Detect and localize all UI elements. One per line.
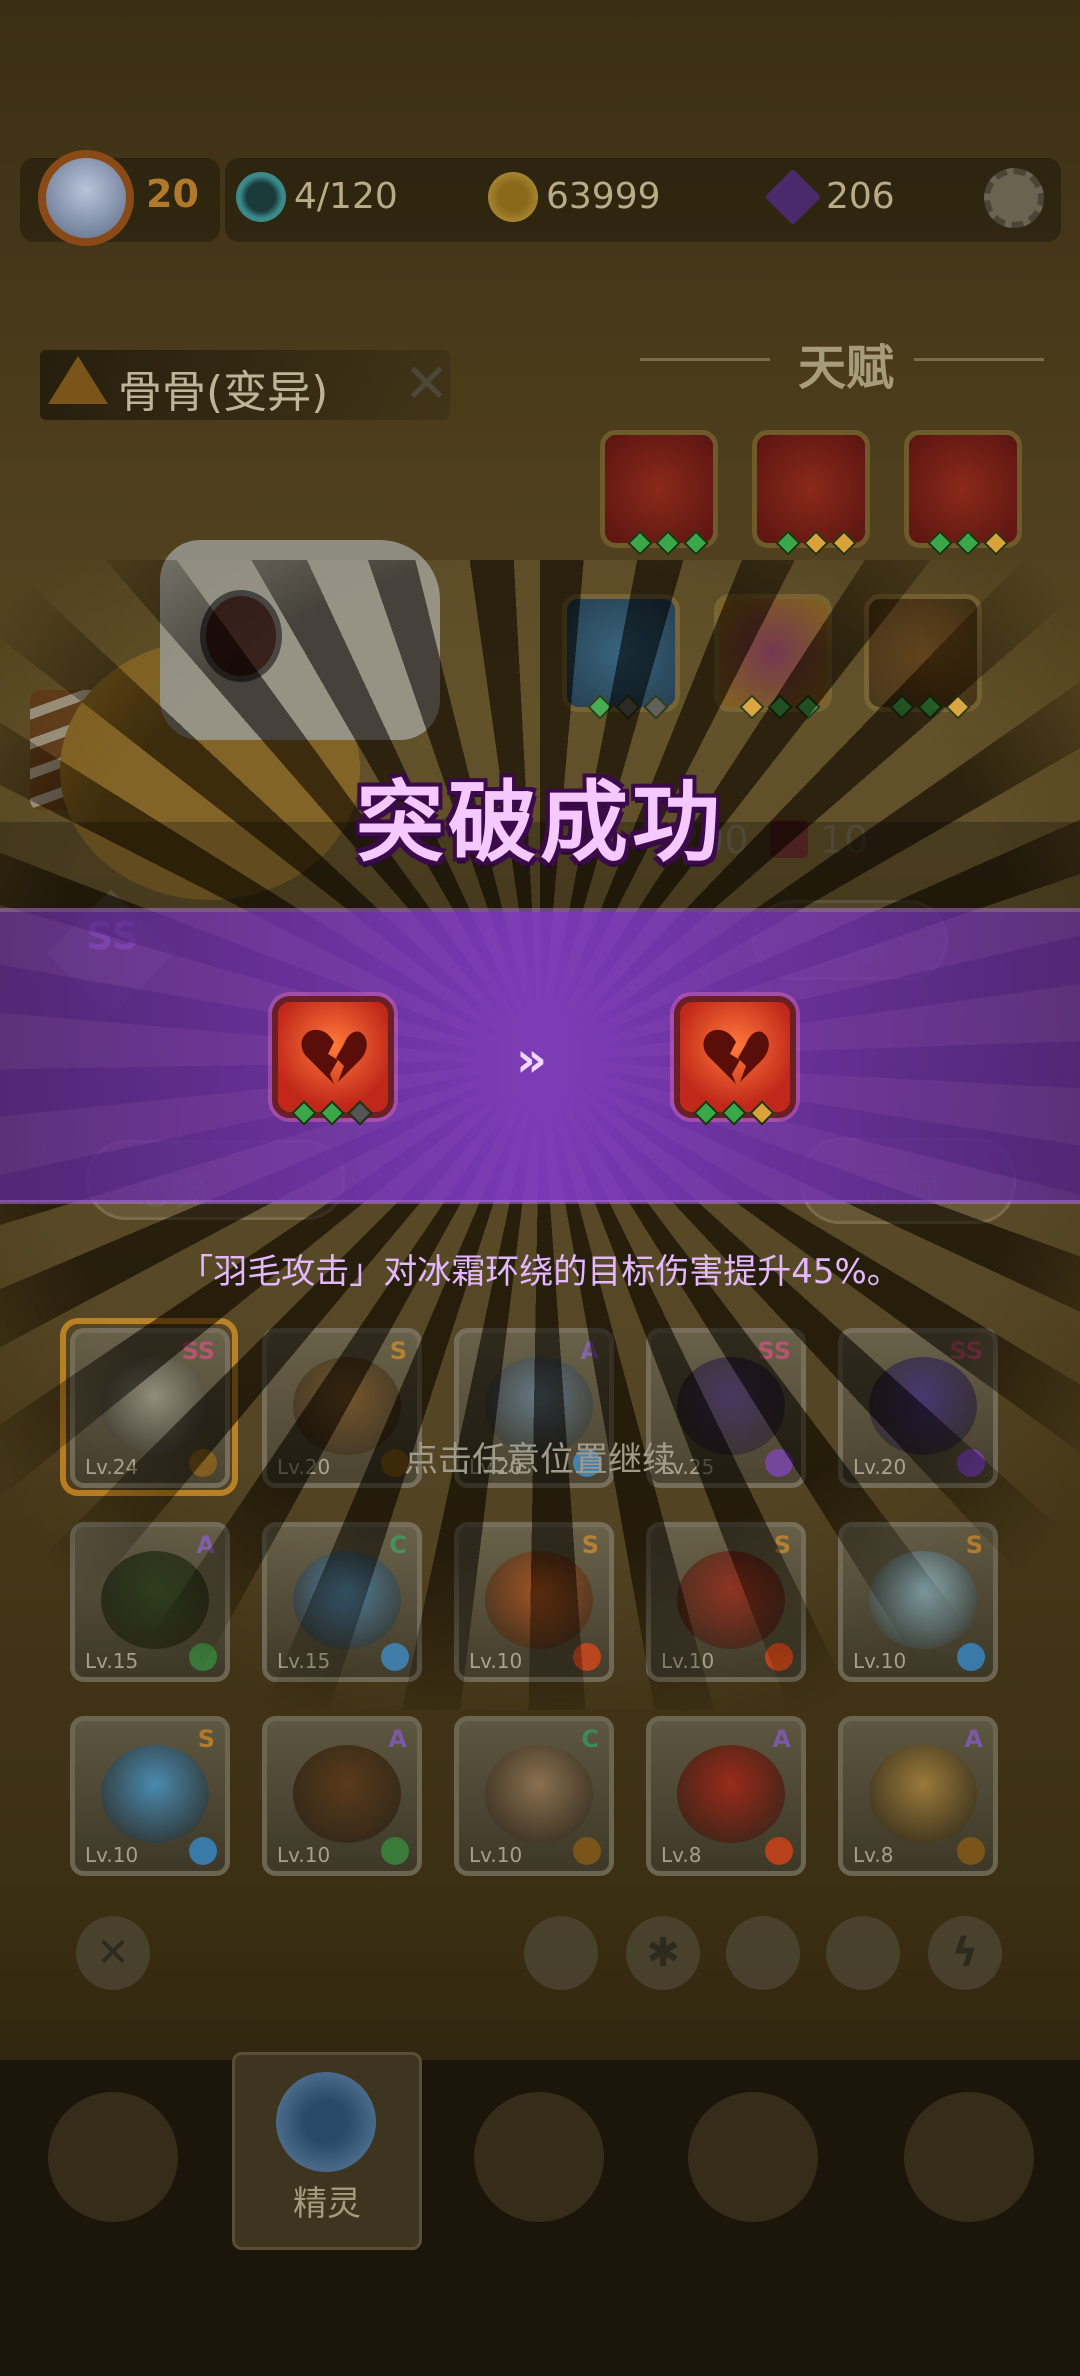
talent-3-stars [927, 530, 1009, 556]
pet-card[interactable]: C Lv.10 [454, 1716, 614, 1876]
pet-level: Lv.10 [277, 1843, 331, 1867]
filter-earth-icon[interactable] [826, 1916, 900, 1990]
breakthrough-description: 「羽毛攻击」对冰霜环绕的目标伤害提升45%。 [179, 1252, 901, 1292]
talent-2-stars [775, 530, 857, 556]
pet-rank: S [197, 1725, 215, 1753]
clear-filter-icon[interactable]: ✕ [76, 1916, 150, 1990]
pet-portrait [485, 1745, 593, 1843]
player-avatar[interactable] [38, 150, 134, 246]
talent-1-stars [627, 530, 709, 556]
pet-level: Lv.8 [853, 1843, 894, 1867]
pet-level: Lv.10 [85, 1843, 139, 1867]
talent-after-icon [674, 996, 796, 1118]
settings-gear-icon[interactable] [984, 168, 1044, 228]
fire-element-icon [765, 1837, 793, 1865]
talent-title: 天赋 [798, 340, 895, 396]
pet-card[interactable]: A Lv.10 [262, 1716, 422, 1876]
pet-card[interactable]: S Lv.10 [70, 1716, 230, 1876]
pet-rank: C [581, 1725, 599, 1753]
player-level: 20 [146, 172, 199, 216]
broken-heart-icon [703, 1029, 769, 1084]
nav-spirit-label: 精灵 [293, 2184, 361, 2224]
breakthrough-band [0, 912, 1080, 1202]
pet-level: Lv.8 [661, 1843, 702, 1867]
nav-bag-icon[interactable] [48, 2092, 178, 2222]
pet-card[interactable]: A Lv.8 [838, 1716, 998, 1876]
pet-portrait [293, 1745, 401, 1843]
broken-heart-icon [301, 1029, 367, 1084]
tap-to-continue-hint[interactable]: 点击任意位置继续 [0, 1432, 1080, 1481]
pet-level: Lv.10 [469, 1843, 523, 1867]
filter-fire-icon[interactable] [524, 1916, 598, 1990]
talent-deco-right [914, 358, 1044, 361]
pet-rank: A [772, 1725, 791, 1753]
close-icon[interactable]: ✕ [404, 352, 449, 415]
talent-deco-left [640, 358, 770, 361]
talent-feather-attack-icon[interactable] [600, 430, 718, 548]
stamina-value: 4/120 [294, 176, 398, 217]
filter-thunder-icon[interactable]: ϟ [928, 1916, 1002, 1990]
nav-spirit-icon [276, 2072, 376, 2172]
earth-element-icon [48, 356, 108, 404]
pet-card[interactable]: A Lv.8 [646, 1716, 806, 1876]
filter-leaf-icon[interactable] [726, 1916, 800, 1990]
pet-portrait [101, 1745, 209, 1843]
before-stars [291, 1100, 373, 1126]
pet-name: 骨骨(变异) [118, 367, 329, 418]
earth-element-icon [573, 1837, 601, 1865]
earth-element-icon [957, 1837, 985, 1865]
pet-portrait [869, 1745, 977, 1843]
nav-map-pin-icon[interactable] [904, 2092, 1034, 2222]
nav-chest-icon[interactable] [688, 2092, 818, 2222]
band-edge-bottom [0, 1200, 1080, 1204]
gem-value: 206 [826, 176, 895, 217]
gold-coin-icon [488, 172, 538, 222]
after-stars [693, 1100, 775, 1126]
pet-rank: A [388, 1725, 407, 1753]
leaf-element-icon [381, 1837, 409, 1865]
upgrade-arrow-icon: » [516, 1032, 547, 1088]
talent-broken-heart-icon[interactable] [904, 430, 1022, 548]
filter-ice-icon[interactable]: ✱ [626, 1916, 700, 1990]
talent-fang-icon[interactable] [752, 430, 870, 548]
pet-portrait [677, 1745, 785, 1843]
talent-before-icon [272, 996, 394, 1118]
breakthrough-success-title: 突破成功 [355, 771, 724, 874]
ice-element-icon [189, 1837, 217, 1865]
stamina-icon [236, 172, 286, 222]
pet-rank: A [964, 1725, 983, 1753]
gold-value: 63999 [546, 176, 661, 217]
nav-mountain-icon[interactable] [474, 2092, 604, 2222]
